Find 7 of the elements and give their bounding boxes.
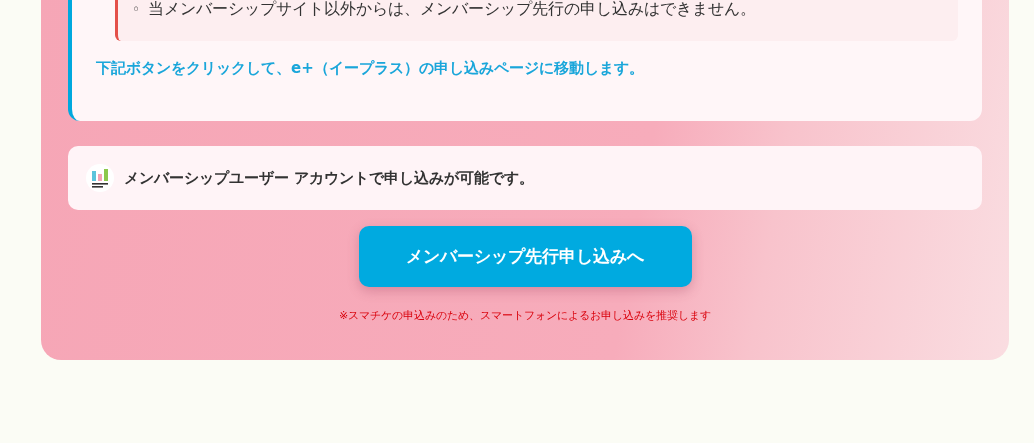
instruction-text: 下記ボタンをクリックして、e+（イープラス）の申し込みページに移動します。 bbox=[96, 58, 645, 78]
footnote-text: ※スマチケの申込みのため、スマートフォンによるお申し込みを推奨します bbox=[338, 308, 712, 323]
bullet-marker: ◦ bbox=[132, 0, 141, 19]
account-text: メンバーシップユーザー アカウントで申し込みが可能です。 bbox=[124, 168, 535, 188]
apply-button[interactable]: メンバーシップ先行申し込みへ bbox=[358, 226, 692, 287]
bar-chart-logo-icon bbox=[86, 164, 114, 192]
note-text: 当メンバーシップサイト以外からは、メンバーシップ先行の申し込みはできません。 bbox=[148, 0, 757, 19]
